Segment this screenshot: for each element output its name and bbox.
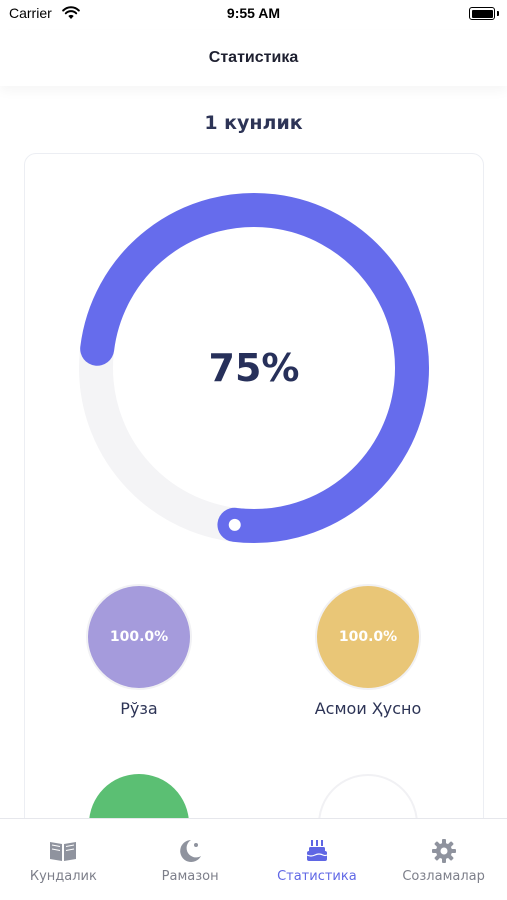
navigation-header: Статистика xyxy=(0,30,507,86)
stat-value: 100.0% xyxy=(109,629,169,645)
tab-label: Созламалар xyxy=(402,869,485,884)
tab-bar: Кундалик Рамазон Статистика Созламалар xyxy=(0,818,507,900)
stat-circle-partial[interactable] xyxy=(89,774,189,818)
tab-label: Кундалик xyxy=(29,869,97,884)
tab-label: Рамазон xyxy=(161,869,219,884)
battery-tip xyxy=(497,11,499,16)
page-title: Статистика xyxy=(208,49,299,66)
period-title: 1 кунлик xyxy=(204,112,303,134)
moon-icon xyxy=(175,837,205,865)
stat-value: 100.0% xyxy=(338,629,398,645)
status-time: 9:55 AM xyxy=(226,5,281,21)
stat-label: Асмои Ҳусно xyxy=(314,699,422,718)
battery-icon xyxy=(469,7,495,20)
stat-item-asmoi-husno[interactable]: 100.0% Асмои Ҳусно xyxy=(278,584,458,718)
progress-percent: 75% xyxy=(208,346,300,390)
gear-icon xyxy=(429,837,459,865)
status-bar: Carrier 9:55 AM xyxy=(0,0,507,30)
tab-settings[interactable]: Созламалар xyxy=(380,819,507,900)
tab-diary[interactable]: Кундалик xyxy=(0,819,127,900)
book-icon xyxy=(48,837,78,865)
stat-label: Рўза xyxy=(120,699,158,718)
tab-statistics[interactable]: Статистика xyxy=(254,819,381,900)
stat-item-fasting[interactable]: 100.0% Рўза xyxy=(49,584,229,718)
stat-circle-fasting: 100.0% xyxy=(86,584,192,690)
stat-circle-partial[interactable] xyxy=(318,774,418,818)
tab-ramadan[interactable]: Рамазон xyxy=(127,819,254,900)
cake-icon xyxy=(302,837,332,865)
next-stats-row xyxy=(0,770,507,818)
stat-circle-asmoi-husno: 100.0% xyxy=(315,584,421,690)
tab-label: Статистика xyxy=(277,869,357,884)
